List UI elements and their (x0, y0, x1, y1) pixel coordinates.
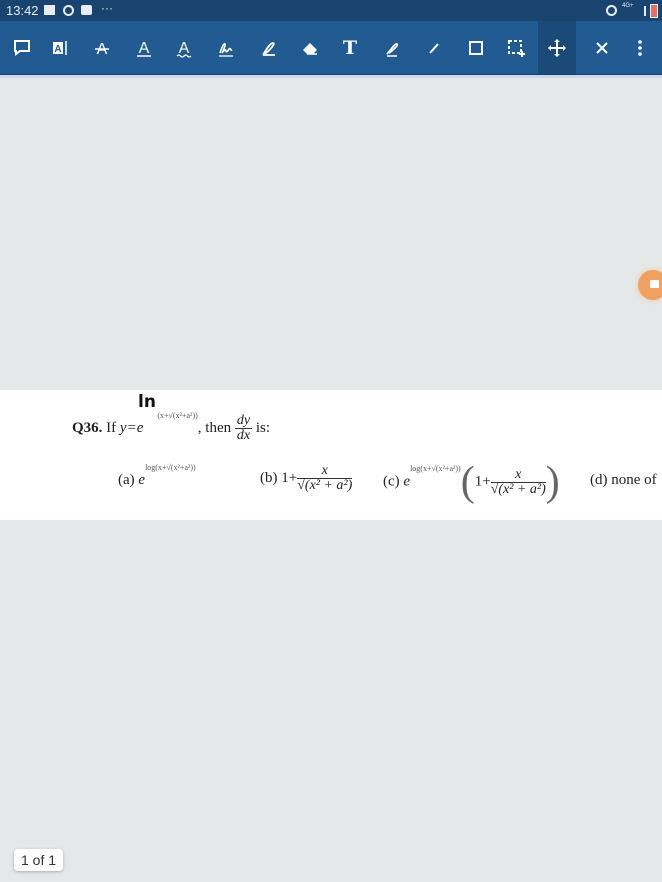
close-icon (596, 41, 608, 54)
freehand-icon (386, 42, 399, 57)
toolbar-divider (0, 75, 662, 78)
option-d-text: none of (611, 472, 657, 488)
option-a-exponent: log(x+√(x²+a²)) (145, 463, 196, 472)
fraction-numerator: dy (234, 413, 253, 429)
option-c-base: e (403, 473, 411, 490)
strikethrough-tool[interactable]: A (82, 21, 122, 74)
alarm-icon (606, 5, 617, 16)
fraction-denominator: dx (236, 428, 251, 443)
svg-text:A: A (54, 44, 61, 55)
move-icon (548, 38, 566, 57)
status-bar: 13:42 ··· 4G+ (0, 0, 662, 21)
squiggly-tool[interactable]: A (164, 21, 204, 74)
freehand-tool[interactable] (372, 21, 412, 74)
4g-icon: 4G+ (622, 3, 634, 9)
handwritten-annotation: ln (138, 392, 156, 412)
rectangle-tool[interactable] (456, 21, 496, 74)
line-tool[interactable] (414, 21, 454, 74)
fraction-denominator: √(x² + a²) (297, 478, 353, 493)
option-a: (a) elog(x+√(x²+a²)) (118, 463, 196, 489)
option-b-text: 1+ (281, 469, 298, 486)
page-indicator: 1 of 1 (14, 849, 64, 871)
area-select-tool[interactable] (496, 21, 536, 74)
question-prefix: If (106, 419, 117, 436)
comment-icon (14, 39, 30, 56)
option-c-label: (c) (383, 473, 400, 490)
fraction-numerator: x (297, 464, 353, 479)
pan-tool[interactable] (538, 21, 576, 74)
option-c: (c) elog(x+√(x²+a²))(1+ x √(x² + a²)) (383, 458, 560, 506)
eraser-icon (303, 42, 317, 55)
option-b-fraction: x √(x² + a²) (297, 464, 353, 493)
option-a-label: (a) (118, 472, 135, 488)
underline-icon: A (137, 40, 151, 57)
option-b: (b) 1+ x √(x² + a²) (260, 464, 353, 493)
signature-icon (219, 42, 233, 57)
gallery-icon (44, 5, 55, 15)
sync-icon (63, 5, 74, 16)
option-a-base: e (138, 472, 146, 488)
pdf-page: ln Q36. If y=e (x+√(x²+a²)), then dy dx is… (0, 390, 662, 520)
svg-text:A: A (179, 40, 190, 57)
text-box-tool[interactable]: A (40, 21, 80, 74)
more-notifications-icon: ··· (101, 1, 113, 15)
text-tool[interactable]: T (330, 21, 370, 74)
svg-text:A: A (139, 40, 150, 57)
right-paren: ) (545, 459, 560, 505)
left-paren: ( (460, 459, 475, 505)
text-icon: T (342, 36, 358, 59)
dy-dx-fraction: dy dx (234, 413, 253, 443)
question-line: Q36. If y=e (x+√(x²+a²)), then dy dx is: (72, 410, 271, 443)
option-b-label: (b) (260, 469, 278, 486)
option-c-text: 1+ (474, 473, 491, 490)
more-icon (638, 39, 642, 56)
line-icon (429, 42, 439, 54)
option-c-exponent: log(x+√(x²+a²)) (410, 464, 461, 474)
question-y-equals: y=e (119, 419, 144, 436)
pen-icon (262, 41, 275, 56)
question-number: Q36. (72, 419, 103, 436)
comment-tool[interactable] (2, 21, 42, 74)
question-is: is: (255, 419, 271, 436)
eraser-tool[interactable] (290, 21, 330, 74)
area-select-icon (508, 39, 525, 57)
question-then: , then (197, 419, 232, 436)
strikethrough-icon: A (95, 41, 109, 58)
signal-icon (636, 6, 646, 16)
annotation-toolbar: A A A A T (0, 21, 662, 76)
floating-record-button[interactable] (638, 270, 662, 300)
underline-tool[interactable]: A (124, 21, 164, 74)
signature-tool[interactable] (206, 21, 246, 74)
option-d: (d) none of (590, 472, 657, 489)
squiggly-icon: A (176, 40, 192, 58)
rectangle-icon (469, 40, 483, 55)
battery-icon (650, 4, 658, 18)
more-tool[interactable] (620, 21, 660, 74)
option-d-label: (d) (590, 472, 608, 488)
pen-tool[interactable] (248, 21, 288, 74)
text-box-icon: A (53, 40, 67, 55)
close-tool[interactable] (582, 21, 622, 74)
option-c-fraction: x √(x² + a²) (490, 467, 546, 497)
question-exponent: (x+√(x²+a²)) (157, 410, 198, 420)
status-time: 13:42 (6, 3, 39, 18)
fraction-numerator: x (490, 467, 546, 483)
video-icon (650, 280, 659, 288)
fraction-denominator: √(x² + a²) (490, 481, 546, 497)
camera-icon (81, 5, 92, 15)
